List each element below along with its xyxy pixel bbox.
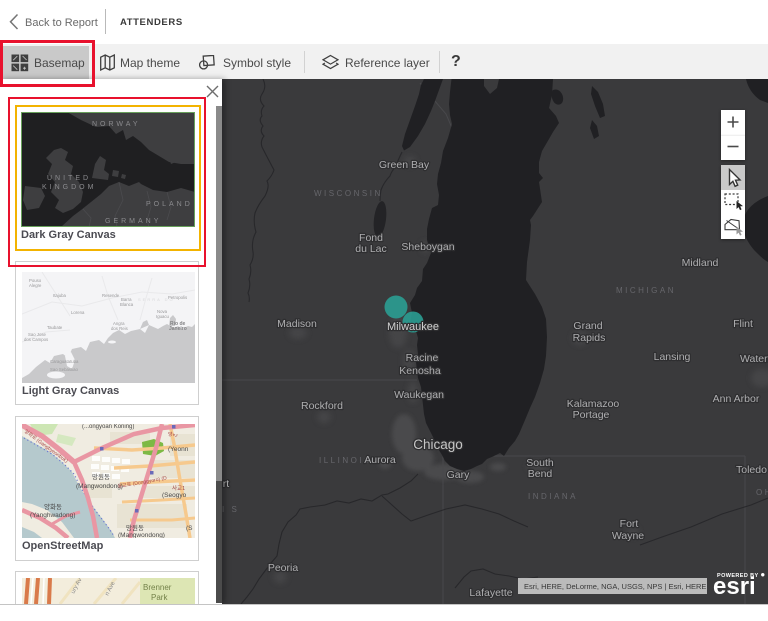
svg-text:Sheboygan: Sheboygan xyxy=(401,241,454,253)
svg-text:사교1: 사교1 xyxy=(172,484,185,492)
svg-text:Blanca: Blanca xyxy=(120,302,134,307)
svg-text:Racine: Racine xyxy=(406,352,439,364)
svg-text:INDIANA: INDIANA xyxy=(528,492,578,501)
svg-text:MICHIGAN: MICHIGAN xyxy=(616,286,676,295)
svg-text:Resende: Resende xyxy=(102,293,120,298)
svg-text:Rockford: Rockford xyxy=(301,400,343,412)
svg-text:(Yeonn: (Yeonn xyxy=(168,446,189,453)
svg-text:Flint: Flint xyxy=(733,318,753,330)
svg-text:Alegre: Alegre xyxy=(29,283,42,288)
svg-text:I S: I S xyxy=(222,505,239,514)
svg-text:dos Reis: dos Reis xyxy=(111,326,128,331)
svg-text:WISCONSIN: WISCONSIN xyxy=(314,189,383,198)
svg-text:du Lac: du Lac xyxy=(355,243,387,255)
svg-text:양화동: 양화동 xyxy=(44,503,62,511)
svg-text:Grand: Grand xyxy=(573,320,602,332)
svg-text:Waukegan: Waukegan xyxy=(394,389,444,401)
svg-text:Lansing: Lansing xyxy=(654,351,691,363)
svg-text:Green Bay: Green Bay xyxy=(379,159,430,171)
svg-text:rt: rt xyxy=(223,478,229,490)
svg-text:Gary: Gary xyxy=(447,469,471,481)
svg-text:Fort: Fort xyxy=(620,518,639,530)
svg-text:(Mangwondong): (Mangwondong) xyxy=(118,532,165,538)
svg-text:(Mangwondong): (Mangwondong) xyxy=(76,483,123,490)
svg-text:dos Campos: dos Campos xyxy=(24,337,48,342)
svg-text:Waterfo: Waterfo xyxy=(740,353,768,365)
svg-text:(Seogyo: (Seogyo xyxy=(162,492,187,499)
svg-text:Aurora: Aurora xyxy=(364,454,396,466)
svg-text:Sao Sebastiao: Sao Sebastiao xyxy=(50,367,79,372)
svg-text:(S: (S xyxy=(186,525,193,532)
svg-text:Taubate: Taubate xyxy=(47,325,63,330)
svg-text:Madison: Madison xyxy=(277,318,317,330)
svg-text:Lorena: Lorena xyxy=(71,310,85,315)
svg-text:Wayne: Wayne xyxy=(612,530,644,542)
svg-text:Ann Arbor: Ann Arbor xyxy=(713,393,760,405)
svg-text:Bend: Bend xyxy=(528,468,553,480)
svg-text:Iguacu: Iguacu xyxy=(156,314,170,319)
svg-text:(Yanghwadong): (Yanghwadong) xyxy=(30,512,75,519)
svg-text:Midland: Midland xyxy=(682,257,719,269)
svg-text:Petropolis: Petropolis xyxy=(168,295,187,300)
svg-text:Chicago: Chicago xyxy=(413,437,463,452)
svg-text:양ره: 양ره xyxy=(168,430,179,438)
svg-text:Milwaukee: Milwaukee xyxy=(387,321,439,333)
svg-text:Rapids: Rapids xyxy=(573,332,606,344)
svg-text:Janeiro: Janeiro xyxy=(169,326,187,332)
svg-text:망원동: 망원동 xyxy=(126,523,144,532)
svg-text:Itajuba: Itajuba xyxy=(53,293,67,298)
svg-text:OH: OH xyxy=(756,488,768,497)
svg-text:(...ongyoan Koning): (...ongyoan Koning) xyxy=(82,424,134,430)
svg-text:Lafayette: Lafayette xyxy=(469,587,512,599)
svg-text:Peoria: Peoria xyxy=(268,562,299,574)
svg-text:Kenosha: Kenosha xyxy=(399,365,441,377)
svg-text:Toledo: Toledo xyxy=(736,464,767,476)
svg-text:Park: Park xyxy=(151,593,168,602)
svg-text:Brenner: Brenner xyxy=(143,583,172,592)
svg-text:Caraguatatuba: Caraguatatuba xyxy=(50,359,79,364)
svg-text:Portage: Portage xyxy=(573,409,610,421)
svg-text:망원동: 망원동 xyxy=(92,472,110,481)
